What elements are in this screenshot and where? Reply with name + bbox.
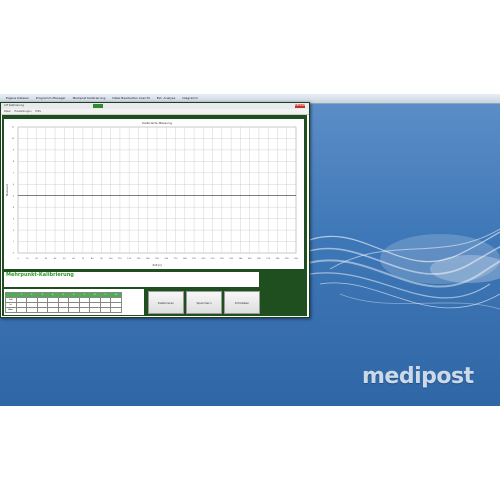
menu-item-settings[interactable]: Einstellungen [14,110,31,113]
x-tick-label: 240 [238,258,243,260]
x-tick-label: 140 [146,258,151,260]
x-tick-label: 10 [26,258,29,260]
x-tick-label: 280 [276,258,281,260]
x-tick-label: 300 [294,258,299,260]
table-cell[interactable] [26,307,38,313]
x-tick-label: 100 [109,258,114,260]
y-tick-label: 6 [13,184,15,186]
table-cell[interactable] [47,307,59,313]
y-tick-label: 1 [13,241,15,243]
x-tick-label: 80 [91,258,94,260]
table-cell[interactable] [78,307,90,313]
x-tick-label: 290 [285,258,290,260]
close-button[interactable]: BEENDEN [295,104,307,108]
x-tick-label: 30 [45,258,48,260]
table-cell[interactable] [99,307,111,313]
x-tick-label: 190 [192,258,197,260]
y-tick-label: 11 [11,127,14,129]
y-tick-label: 9 [13,150,15,152]
y-tick-label: 10 [11,138,14,140]
x-tick-label: 20 [35,258,38,260]
y-tick-label: 5 [13,195,15,197]
x-tick-label: 40 [54,258,57,260]
table-cell[interactable]: Abw. [5,307,17,313]
table-row: Abw. [5,307,122,313]
x-axis-label: Zeit [s] [153,263,162,267]
chart-title: Kalibrierte Messung [142,121,172,125]
menu-item-help[interactable]: Hilfe [35,110,41,113]
x-tick-label: 50 [63,258,66,260]
measurement-chart: Kalibrierte Messung0 10 20 30 40 50 60 70 80 90 10… [5,121,299,267]
status-indicator [93,104,103,108]
y-tick-label: 7 [13,173,15,175]
chart-area: Kalibrierte Messung 0 10 20 30 40 50 60 70 80 90 10… [4,119,304,269]
save-button[interactable]: Speichern [186,291,222,314]
desktop: Eigene Dateien Programm Manager Medipost… [0,94,500,406]
x-tick-label: 260 [257,258,262,260]
x-tick-label: 150 [155,258,160,260]
x-tick-label: 130 [137,258,142,260]
table-cell[interactable] [110,307,122,313]
x-tick-label: 250 [248,258,253,260]
y-tick-label: 8 [13,161,15,163]
calibration-table: 1 2 3 4 5 6 7 8 9 10 Soll Ist Abw. [5,292,122,313]
x-tick-label: 200 [201,258,206,260]
x-tick-label: 110 [118,258,123,260]
table-cell[interactable] [36,307,48,313]
calibration-panel: Mehrpunkt-Kalibrierung 1 2 3 4 5 6 7 8 9 10 Soll Is… [2,270,307,316]
x-tick-label: 0 [17,258,19,260]
table-cell[interactable] [89,307,101,313]
calibration-window: AIT Kalibrierung BEENDEN Datei Einstellu… [0,102,310,318]
x-tick-label: 90 [100,258,103,260]
calibration-title: Mehrpunkt-Kalibrierung [4,272,259,287]
x-tick-label: 230 [229,258,234,260]
chart-frame: Kalibrierte Messung 0 10 20 30 40 50 60 70 80 90 10… [2,115,307,270]
x-tick-label: 120 [127,258,132,260]
menu-item-file[interactable]: Datei [4,110,11,113]
x-tick-label: 270 [266,258,271,260]
close-app-button[interactable]: Schließen [224,291,260,314]
x-tick-label: 60 [72,258,75,260]
x-tick-label: 210 [211,258,216,260]
calibration-table-wrap: 1 2 3 4 5 6 7 8 9 10 Soll Ist Abw. [4,289,144,315]
x-tick-label: 180 [183,258,188,260]
y-tick-label: 2 [13,230,15,232]
y-tick-label: 0 [13,253,15,255]
calibrate-button[interactable]: Kalibrieren [148,291,184,314]
y-tick-label: 3 [13,218,15,220]
y-tick-label: 4 [13,207,15,209]
table-cell[interactable] [57,307,69,313]
x-tick-label: 220 [220,258,225,260]
x-tick-label: 160 [164,258,169,260]
medipost-logo: medipost [362,364,474,389]
table-cell[interactable] [15,307,27,313]
x-tick-label: 70 [82,258,85,260]
x-tick-label: 170 [174,258,179,260]
table-cell[interactable] [68,307,80,313]
y-axis-label: Messwert [5,184,9,196]
